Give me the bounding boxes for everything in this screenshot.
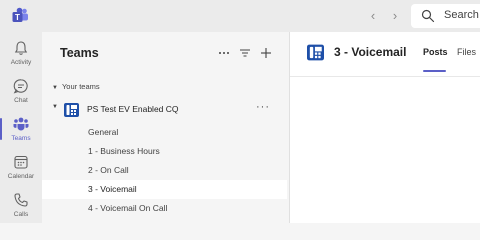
rail-label: Teams [11,135,31,142]
calendar-icon [14,155,28,169]
phone-icon [14,193,28,207]
rail-label: Calendar [7,173,35,180]
channel-avatar [307,44,324,61]
chat-icon [13,79,28,94]
channel-item-selected[interactable]: 3 - Voicemail [42,180,287,199]
channel-item[interactable]: 1 - Business Hours [42,142,287,161]
channel-label: 3 - Voicemail [88,184,137,194]
teams-panel: Teams ▼ Your teams ▼ PS Test EV Enabled C… [42,32,289,223]
team-more-button[interactable]: ··· [256,101,270,113]
rail-label: Calls [13,211,29,218]
team-row[interactable]: ▼ PS Test EV Enabled CQ ··· [42,100,289,120]
chevron-down-icon: ▼ [52,104,58,110]
teams-icon [13,117,29,131]
rail-label: Chat [14,97,28,104]
channel-title: 3 - Voicemail [334,45,407,59]
active-tab-indicator [423,70,446,72]
forward-button[interactable]: › [389,9,401,23]
rail-item-chat[interactable]: Chat [0,74,42,112]
channel-item[interactable]: 2 - On Call [42,161,287,180]
search-placeholder: Search [444,9,479,21]
svg-text:T: T [15,13,20,22]
channel-item[interactable]: 4 - Voicemail On Call [42,199,287,218]
your-teams-section[interactable]: ▼ Your teams [52,82,100,91]
channel-item[interactable]: General [42,123,287,142]
channel-label: 2 - On Call [88,165,129,175]
more-options-icon[interactable] [217,46,231,60]
tab-posts[interactable]: Posts [423,47,448,57]
channel-content: 3 - Voicemail Posts Files [290,32,480,223]
back-button[interactable]: ‹ [367,9,379,23]
rail-item-calls[interactable]: Calls [0,188,42,226]
rail-label: Activity [10,59,32,66]
rail-item-activity[interactable]: Activity [0,36,42,74]
team-avatar [64,103,79,117]
rail-item-calendar[interactable]: Calendar [0,150,42,188]
teams-logo-icon: T [12,7,28,22]
channel-label: 1 - Business Hours [88,146,160,156]
chevron-down-icon: ▼ [52,85,58,91]
channel-label: 4 - Voicemail On Call [88,203,168,213]
panel-title: Teams [60,46,99,60]
search-icon [421,9,435,23]
team-name: PS Test EV Enabled CQ [87,104,179,114]
add-icon[interactable] [259,46,273,60]
rail-item-teams[interactable]: Teams [0,112,42,150]
header-separator [290,76,480,77]
title-bar: T ‹ › Search [0,0,480,32]
filter-icon[interactable] [238,46,252,60]
bell-icon [14,41,28,55]
search-box[interactable]: Search [411,4,480,28]
tab-files[interactable]: Files [457,47,476,57]
channel-label: General [88,127,119,137]
app-rail: Activity Chat Teams Calendar Calls [0,32,42,223]
section-label: Your teams [61,82,100,91]
